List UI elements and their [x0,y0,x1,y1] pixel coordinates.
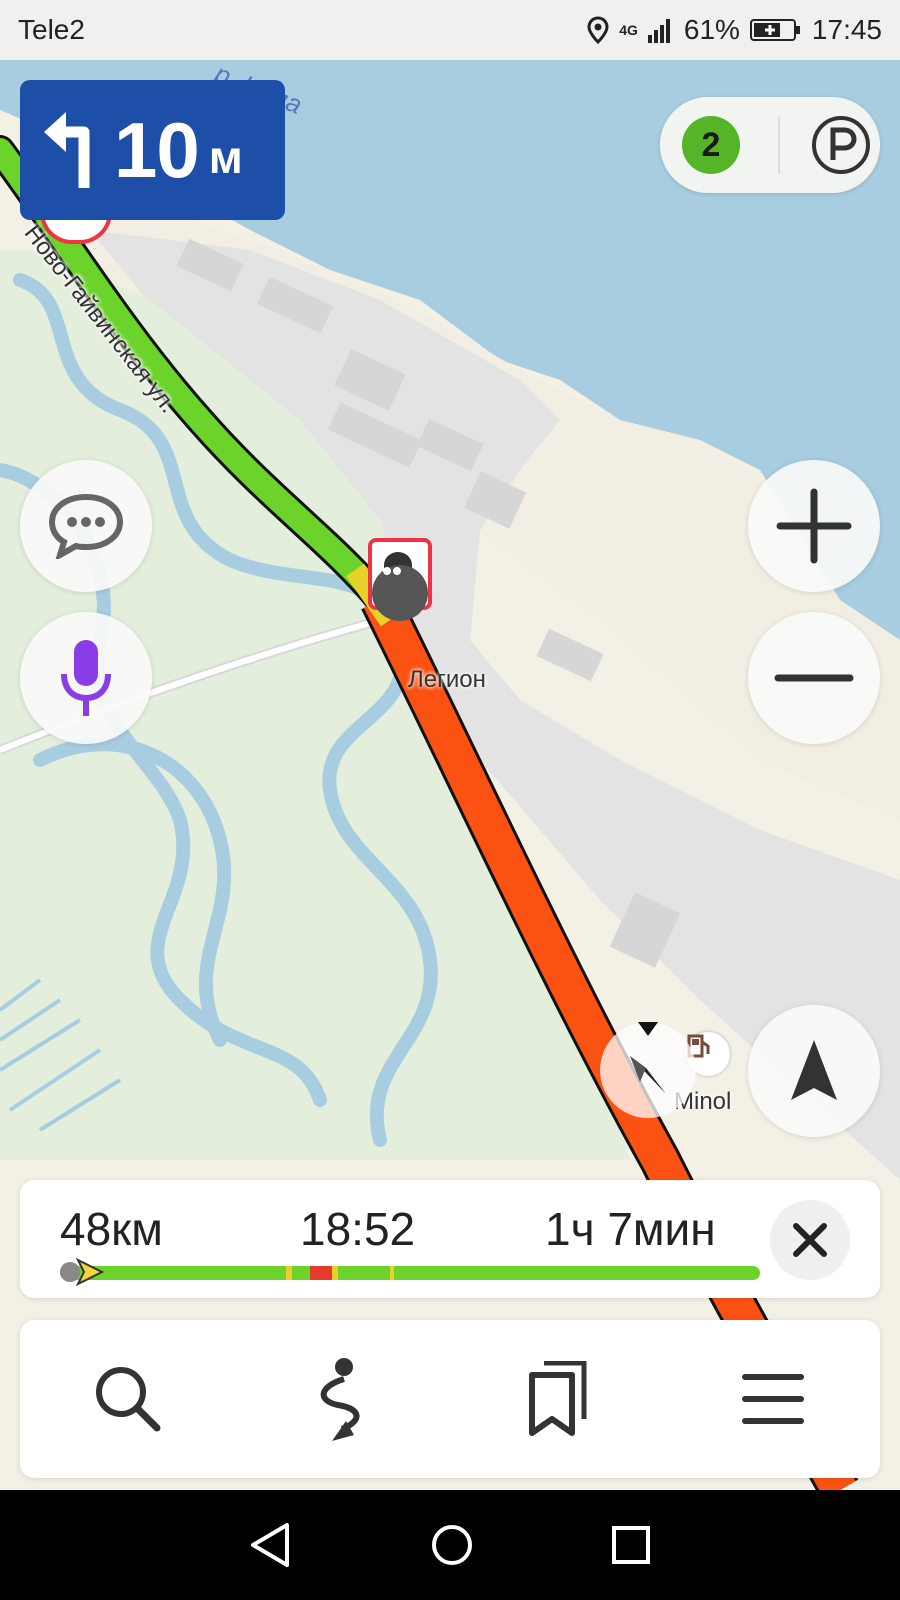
status-bar: Tele2 4G 61% 17:45 [0,0,900,60]
microphone-icon [61,640,111,716]
close-route-button[interactable] [770,1200,850,1280]
minus-icon [774,674,854,682]
clock: 17:45 [811,14,882,45]
my-location-button[interactable] [748,1005,880,1137]
battery-percent: 61% [683,14,740,45]
bottom-toolbar [20,1320,880,1478]
chat-dots-icon [373,567,401,575]
turn-left-icon [44,112,90,188]
search-icon [95,1367,160,1432]
compass-icon [630,1022,666,1094]
traffic-parking-controls: 2 [660,97,880,193]
plus-icon [776,488,852,564]
chat-bubble-icon [48,493,124,559]
compass-button[interactable] [600,1022,696,1118]
route-info-panel[interactable]: 48км 18:52 1ч 7мин [20,1180,880,1298]
navigator-screen: р. Кама Ново-Гайвинская ул. Легион Minol [0,0,900,1600]
maneuver-distance: 10 [114,105,200,194]
system-nav-bar [0,1490,900,1600]
route-traffic-bar [60,1266,760,1280]
route-button[interactable] [298,1354,388,1444]
maneuver-panel[interactable]: 10 м [20,80,285,220]
chat-marker[interactable] [372,565,428,621]
route-icon [320,1358,359,1441]
bookmarks-button[interactable] [513,1354,603,1444]
battery-charging-icon [749,19,800,41]
search-button[interactable] [83,1354,173,1444]
close-icon [793,1223,827,1257]
road-events-button[interactable] [20,460,152,592]
carrier-name: Tele2 [18,14,85,45]
navigation-arrow-icon [791,1040,837,1100]
traffic-level: 2 [701,125,721,164]
status-indicators: 4G 61% 17:45 [587,14,882,46]
menu-button[interactable] [728,1354,818,1444]
zoom-out-button[interactable] [748,612,880,744]
recents-icon[interactable] [611,1525,651,1565]
voice-assistant-button[interactable] [20,612,152,744]
current-position-icon [76,1258,104,1286]
remaining-duration: 1ч 7мин [545,1203,716,1255]
location-icon [587,16,609,44]
remaining-distance: 48км [60,1203,163,1255]
back-icon[interactable] [249,1521,293,1569]
bookmarks-icon [528,1361,586,1436]
arrival-time: 18:52 [300,1203,416,1255]
poi-label[interactable]: Легион [408,666,486,694]
maneuver-unit: м [208,131,243,183]
home-icon[interactable] [430,1523,474,1567]
network-type: 4G [619,22,638,38]
menu-icon [741,1374,804,1424]
pill-divider [778,116,780,174]
signal-icon [647,19,670,43]
zoom-in-button[interactable] [748,460,880,592]
traffic-level-button[interactable]: 2 [682,116,740,174]
parking-icon[interactable] [810,114,872,176]
